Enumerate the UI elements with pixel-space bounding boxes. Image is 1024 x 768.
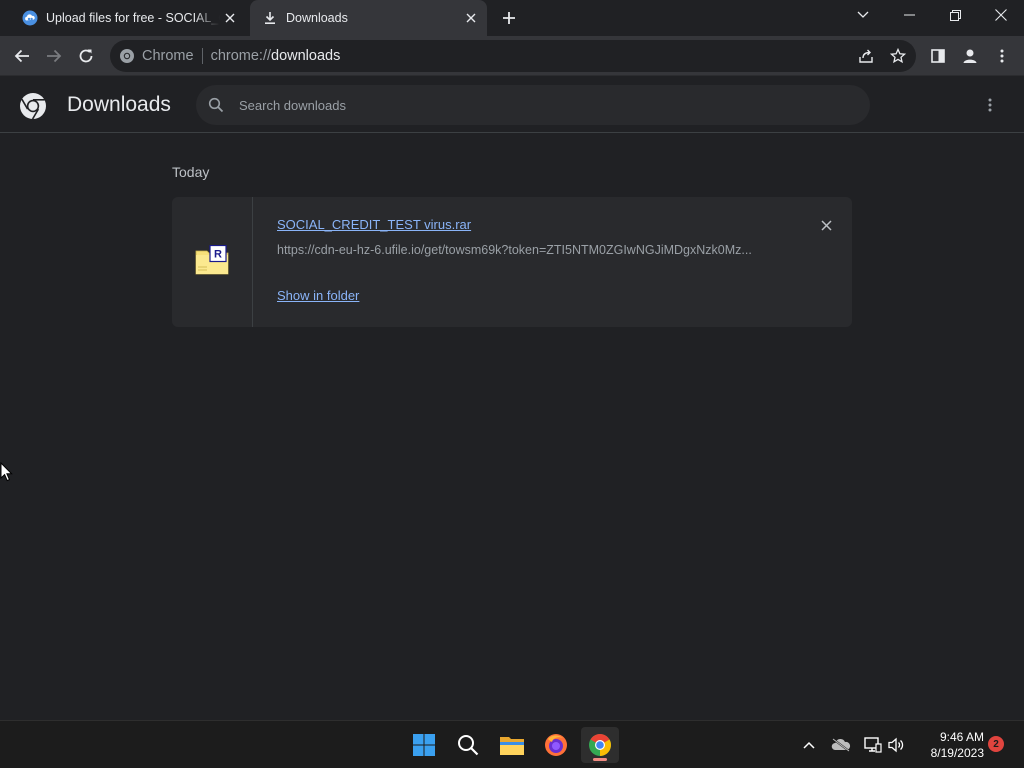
restore-button[interactable] (932, 0, 978, 30)
windows-taskbar: 9:46 AM 8/19/2023 2 (0, 720, 1024, 768)
url-host: downloads (271, 48, 341, 64)
minimize-icon (903, 14, 915, 16)
mouse-cursor-icon (0, 462, 13, 482)
chrome-taskbar-button[interactable] (581, 727, 619, 763)
plus-icon (503, 12, 515, 24)
chevron-down-icon (857, 11, 869, 18)
close-tab-icon[interactable] (220, 8, 240, 28)
download-item: R SOCIAL_CREDIT_TEST virus.rar https://c… (172, 197, 852, 327)
date-group-label: Today (172, 164, 210, 180)
network-tray-button[interactable] (861, 733, 885, 757)
show-hidden-icons-button[interactable] (797, 733, 821, 757)
kebab-menu-icon (1000, 49, 1004, 63)
page-title: Downloads (67, 93, 171, 116)
arrow-right-icon (47, 49, 62, 63)
downloads-header: Downloads (0, 77, 1024, 133)
download-file-link[interactable]: SOCIAL_CREDIT_TEST virus.rar (277, 217, 471, 232)
reload-icon (79, 49, 93, 63)
speaker-icon (888, 737, 904, 753)
show-in-folder-link[interactable]: Show in folder (277, 288, 359, 303)
firefox-button[interactable] (537, 727, 575, 763)
remove-download-button[interactable] (816, 215, 836, 235)
bookmark-star-icon[interactable] (888, 46, 908, 66)
ufile-cloud-icon (22, 10, 38, 26)
tab-title: Upload files for free - SOCIAL_CREDIT_TE… (46, 11, 220, 25)
rar-archive-icon: R (195, 245, 229, 275)
close-tab-icon[interactable] (461, 8, 481, 28)
side-panel-button[interactable] (924, 42, 952, 70)
back-button[interactable] (8, 42, 36, 70)
search-downloads-box[interactable] (196, 85, 870, 125)
chrome-icon (589, 734, 611, 756)
file-explorer-button[interactable] (493, 727, 531, 763)
download-source-url: https://cdn-eu-hz-6.ufile.io/get/towsm69… (277, 243, 752, 257)
url-scheme: chrome:// (210, 48, 272, 64)
chrome-logo-icon (20, 93, 46, 120)
search-input[interactable] (239, 97, 839, 113)
tab-downloads[interactable]: Downloads (250, 0, 487, 36)
svg-text:R: R (214, 249, 222, 261)
windows-logo-icon (413, 734, 435, 756)
forward-button[interactable] (40, 42, 68, 70)
profile-button[interactable] (956, 42, 984, 70)
search-icon[interactable] (206, 95, 226, 115)
close-icon (820, 219, 832, 231)
close-icon (995, 9, 1007, 21)
chevron-up-icon (803, 741, 815, 749)
profile-icon (963, 49, 977, 63)
tab-strip: Upload files for free - SOCIAL_CREDIT_TE… (0, 0, 1024, 36)
tab-ufile[interactable]: Upload files for free - SOCIAL_CREDIT_TE… (8, 0, 246, 36)
folder-icon (500, 737, 524, 755)
search-icon (458, 735, 479, 756)
download-icon (262, 10, 278, 26)
share-icon[interactable] (856, 46, 876, 66)
clock-time: 9:46 AM (939, 730, 984, 744)
downloads-menu-button[interactable] (980, 95, 1000, 115)
reload-button[interactable] (72, 42, 100, 70)
address-bar[interactable]: Chrome chrome:// downloads (110, 40, 916, 72)
notification-badge[interactable]: 2 (988, 736, 1004, 752)
restore-icon (949, 9, 961, 21)
active-app-indicator (593, 758, 607, 761)
tab-title: Downloads (286, 11, 348, 25)
volume-tray-button[interactable] (884, 733, 908, 757)
chrome-icon (118, 47, 136, 65)
browser-toolbar: Chrome chrome:// downloads (0, 36, 1024, 76)
minimize-button[interactable] (886, 0, 932, 30)
download-icon-column: R (172, 197, 253, 327)
site-chip: Chrome (142, 48, 194, 64)
new-tab-button[interactable] (498, 7, 520, 29)
onedrive-tray-button[interactable] (829, 733, 853, 757)
start-button[interactable] (405, 727, 443, 763)
network-icon (864, 737, 882, 753)
chrome-menu-button[interactable] (988, 42, 1016, 70)
clock-date: 8/19/2023 (930, 746, 984, 760)
side-panel-icon (931, 49, 945, 63)
taskbar-clock[interactable]: 9:46 AM 8/19/2023 (916, 729, 984, 761)
close-window-button[interactable] (978, 0, 1024, 30)
taskbar-search-button[interactable] (449, 727, 487, 763)
firefox-icon (545, 734, 567, 756)
arrow-left-icon (14, 49, 29, 63)
cloud-off-icon (831, 738, 851, 752)
kebab-menu-icon (988, 98, 992, 112)
tab-search-button[interactable] (840, 0, 886, 30)
omnibox-divider (201, 48, 203, 64)
